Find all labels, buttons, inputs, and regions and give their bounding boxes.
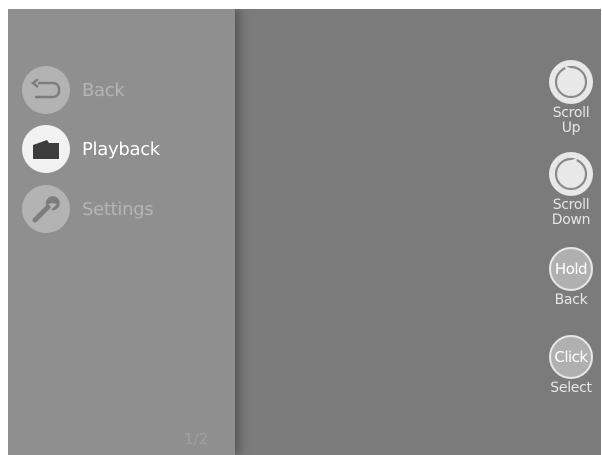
hardware-control-hints: Scroll Up Scroll Down Hold Back Click Se… [543, 9, 599, 455]
click-select-button[interactable]: Click Select [543, 335, 599, 396]
wrench-icon [22, 185, 70, 233]
menu-item-label: Playback [82, 138, 160, 160]
rotate-clockwise-icon [549, 152, 593, 196]
back-arrow-icon [22, 66, 70, 114]
hold-back-label: Back [554, 292, 588, 308]
menu-item-back[interactable]: Back [22, 66, 125, 114]
scroll-down-label: Scroll Down [551, 197, 591, 228]
page-indicator: 1/2 [184, 430, 209, 448]
folder-icon [22, 125, 70, 173]
menu-item-label: Back [82, 79, 125, 101]
menu-item-playback[interactable]: Playback [22, 125, 160, 173]
click-badge: Click [549, 335, 593, 379]
click-select-label: Select [550, 380, 592, 396]
hold-badge: Hold [549, 247, 593, 291]
menu-item-settings[interactable]: Settings [22, 185, 154, 233]
rotate-counterclockwise-icon [549, 60, 593, 104]
hold-back-button[interactable]: Hold Back [543, 247, 599, 308]
menu-item-label: Settings [82, 198, 154, 220]
scroll-up-label: Scroll Up [552, 105, 590, 136]
menu-panel: Back Playback Settings 1/2 [8, 9, 235, 455]
scroll-up-button[interactable]: Scroll Up [543, 60, 599, 136]
device-screen: Back Playback Settings 1/2 Scroll Up Scr… [8, 9, 601, 455]
scroll-down-button[interactable]: Scroll Down [543, 152, 599, 228]
